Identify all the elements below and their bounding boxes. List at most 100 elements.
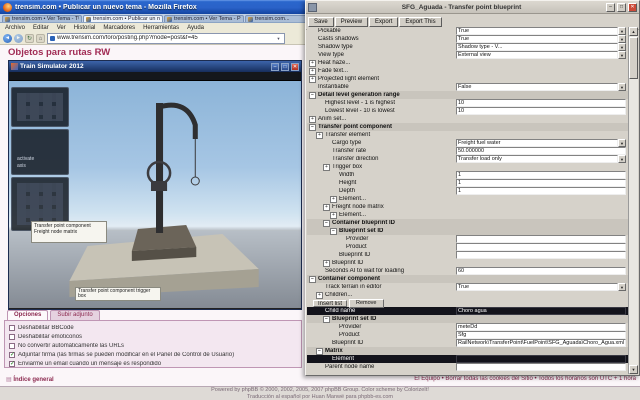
dropdown-arrow-icon[interactable] [618, 27, 626, 35]
expander-icon[interactable] [309, 276, 316, 283]
toolbar-button[interactable]: Export This [399, 17, 441, 27]
browser-tab[interactable]: trensim.com • Publicar un nuevo tema [83, 15, 163, 22]
property-value[interactable]: 1 [456, 179, 626, 187]
property-value[interactable]: RailNetwork\TransferPoint\FuelPoint\SFG_… [456, 339, 626, 347]
editor-tool-panel[interactable] [11, 87, 69, 127]
menu-item[interactable]: Historial [74, 25, 96, 31]
property-row[interactable]: Track terrain in editor True [307, 283, 628, 291]
property-row[interactable]: Blueprint set ID [307, 227, 628, 235]
dropdown-arrow-icon[interactable] [618, 83, 626, 91]
property-row[interactable]: Blueprint ID RailNetwork\TransferPoint\F… [307, 339, 628, 347]
dropdown-arrow-icon[interactable] [618, 155, 626, 163]
property-row[interactable]: Depth 1 [307, 187, 628, 195]
blueprint-maximize-button[interactable] [617, 3, 626, 12]
expander-icon[interactable] [316, 292, 323, 299]
property-value[interactable] [456, 363, 626, 371]
property-row[interactable]: Cargo type Freight fuel water [307, 139, 628, 147]
property-row[interactable]: Height 1 [307, 179, 628, 187]
property-value-text[interactable] [456, 235, 626, 243]
property-row[interactable]: Blueprint set ID [307, 315, 628, 323]
expander-icon[interactable] [309, 68, 316, 75]
property-value-text[interactable]: 60 [456, 267, 626, 275]
option-row[interactable]: Deshabilitar emoticonos [9, 332, 297, 341]
option-row[interactable]: No convertir automáticamente las URLs [9, 341, 297, 350]
url-input[interactable] [57, 34, 273, 42]
property-value[interactable]: True [456, 35, 626, 43]
property-value[interactable]: 10 [456, 99, 626, 107]
expander-icon[interactable] [323, 204, 330, 211]
property-row[interactable]: Element [307, 355, 628, 363]
property-value[interactable] [456, 243, 626, 251]
property-row[interactable]: Container blueprint ID [307, 219, 628, 227]
option-row[interactable]: Adjuntar firma (las firmas se pueden mod… [9, 350, 297, 359]
property-value-text[interactable]: Remove [349, 299, 383, 308]
simulator-minimize-button[interactable] [271, 63, 279, 71]
property-value[interactable]: 1 [456, 171, 626, 179]
expander-icon[interactable] [330, 212, 337, 219]
expander-icon[interactable] [309, 60, 316, 67]
blueprint-minimize-button[interactable] [606, 3, 615, 12]
menu-item[interactable]: Ayuda [187, 25, 204, 31]
property-value[interactable] [456, 355, 626, 363]
property-row[interactable]: Width 1 [307, 171, 628, 179]
expander-icon[interactable] [309, 92, 316, 99]
scrollbar-thumb[interactable] [629, 37, 638, 79]
property-value[interactable]: Freight fuel water [456, 139, 626, 147]
property-value-text[interactable]: 1 [456, 187, 626, 195]
blueprint-scrollbar[interactable] [628, 27, 638, 374]
property-value-text[interactable] [456, 251, 626, 259]
home-icon[interactable] [36, 34, 45, 43]
property-row[interactable]: Transfer point component [307, 123, 628, 131]
property-row[interactable]: Element... [307, 195, 628, 203]
property-row[interactable]: Highest level - 1 is highest 10 [307, 99, 628, 107]
dropdown-arrow-icon[interactable] [618, 35, 626, 43]
property-value[interactable]: Sfg [456, 331, 626, 339]
dropdown-arrow-icon[interactable] [618, 43, 626, 51]
property-row[interactable]: Product Sfg [307, 331, 628, 339]
property-value-text[interactable]: True [456, 27, 618, 35]
property-row[interactable]: Container component [307, 275, 628, 283]
property-row[interactable]: Freight node matrix [307, 203, 628, 211]
property-value-text[interactable]: 10 [456, 99, 626, 107]
property-value-text[interactable]: 1 [456, 179, 626, 187]
forward-icon[interactable] [14, 34, 23, 43]
property-value[interactable]: Transfer load only [456, 155, 626, 163]
simulator-viewport[interactable]: activate axis Transfer point component F… [9, 81, 301, 308]
property-row[interactable]: Element... [307, 211, 628, 219]
scroll-down-icon[interactable] [629, 365, 638, 374]
property-value[interactable]: 60 [456, 267, 626, 275]
property-value[interactable]: Choro agua [456, 307, 626, 315]
board-index-link[interactable]: Índice general [6, 376, 54, 383]
property-row[interactable]: Transfer direction Transfer load only [307, 155, 628, 163]
property-row[interactable]: Provider meteDd [307, 323, 628, 331]
checkbox-icon[interactable] [9, 352, 15, 358]
property-row[interactable]: Insert list Remove [307, 299, 628, 307]
property-value-text[interactable]: True [456, 35, 618, 43]
expander-icon[interactable] [330, 228, 337, 235]
property-row[interactable]: Provider [307, 235, 628, 243]
property-row[interactable]: View type External view [307, 51, 628, 59]
property-value-text[interactable]: 1 [456, 171, 626, 179]
expander-icon[interactable] [309, 76, 316, 83]
property-value[interactable]: 50.000000 [456, 147, 626, 155]
expander-icon[interactable] [316, 348, 323, 355]
property-value-text[interactable]: True [456, 283, 618, 291]
toolbar-button[interactable]: Preview [335, 17, 368, 27]
menu-item[interactable]: Ver [57, 25, 66, 31]
property-value[interactable]: True [456, 283, 626, 291]
property-value-text[interactable]: Sfg [456, 331, 626, 339]
browser-tab[interactable]: trensim.com • Ver Tema - Problemas calc.… [164, 15, 244, 22]
property-value-text[interactable]: 10 [456, 107, 626, 115]
property-value-text[interactable]: Shadow type - V... [456, 43, 618, 51]
property-row[interactable]: Lowest level - 10 is lowest 10 [307, 107, 628, 115]
property-value[interactable]: False [456, 83, 626, 91]
expander-icon[interactable] [323, 220, 330, 227]
simulator-maximize-button[interactable] [281, 63, 289, 71]
dropdown-arrow-icon[interactable] [618, 51, 626, 59]
property-value-text[interactable]: Transfer load only [456, 155, 618, 163]
property-row[interactable]: Transfer element [307, 131, 628, 139]
menu-item[interactable]: Archivo [5, 25, 25, 31]
property-row[interactable]: Seconds AI to wait for loading 60 [307, 267, 628, 275]
browser-tab[interactable]: trensim.com • Ver Tema - TUTORIAL - Pro.… [2, 15, 82, 22]
property-value-text[interactable]: RailNetwork\TransferPoint\FuelPoint\SFG_… [456, 339, 626, 347]
